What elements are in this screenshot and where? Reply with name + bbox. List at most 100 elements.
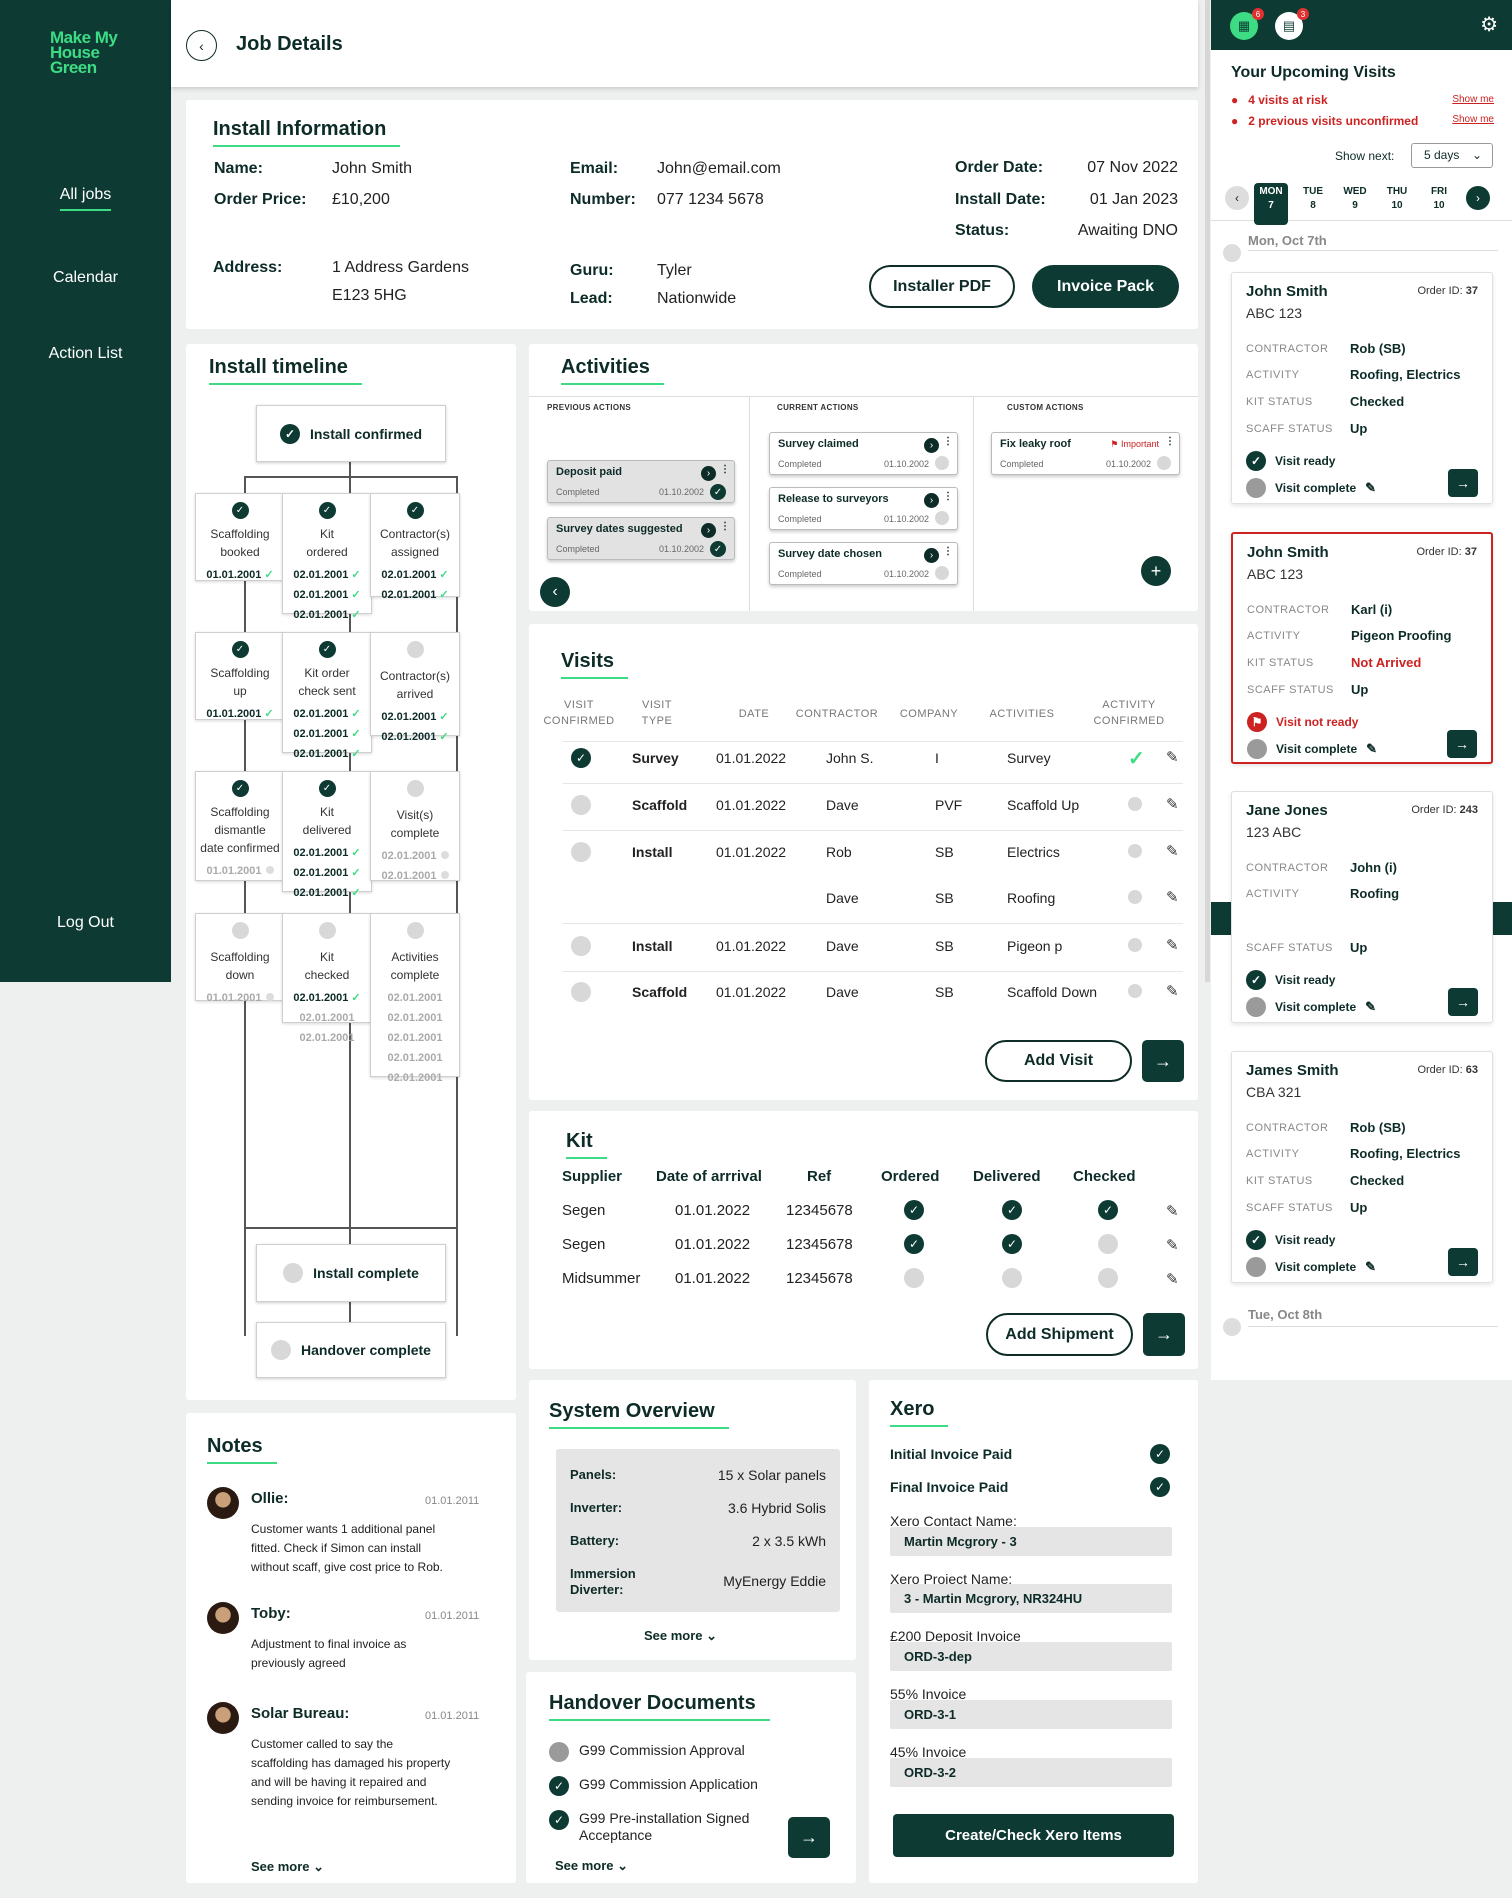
kit-next-button[interactable]: →: [1143, 1313, 1185, 1356]
nav-action-list[interactable]: Action List: [0, 345, 171, 363]
calendar-notification-icon[interactable]: ▦ 6: [1230, 8, 1264, 40]
kebab-menu-icon[interactable]: ⋮: [1165, 436, 1175, 447]
xero-project-field[interactable]: 3 - Martin Mcgrory, NR324HU: [890, 1584, 1172, 1613]
invoice-55-field[interactable]: ORD-3-1: [890, 1700, 1172, 1729]
timeline-node[interactable]: ✓ Contractor(s) assigned 02.01.2001 ✓ 02.01.2…: [370, 493, 460, 601]
visit-card[interactable]: Jane Jones 123 ABC Order ID: 243 CONTRACTOR…: [1231, 791, 1493, 1023]
activity-card[interactable]: Release to surveyors › ⋮ Completed 01.10.200…: [769, 487, 958, 530]
edit-icon[interactable]: ✎: [1365, 1259, 1376, 1275]
arrow-right-icon[interactable]: →: [1448, 1248, 1478, 1276]
day-wed[interactable]: WED 9: [1338, 183, 1372, 213]
tl-install-complete[interactable]: Install complete: [256, 1244, 446, 1302]
day-fri[interactable]: FRI 10: [1422, 183, 1456, 213]
edit-icon[interactable]: ✎: [1166, 936, 1179, 954]
edit-icon[interactable]: ✎: [1366, 741, 1377, 757]
nav-logout[interactable]: Log Out: [0, 914, 171, 932]
arrow-right-icon[interactable]: →: [1448, 988, 1478, 1016]
day-mon[interactable]: MON 7: [1254, 183, 1288, 225]
add-visit-button[interactable]: Add Visit: [985, 1040, 1132, 1082]
activity-card[interactable]: Fix leaky roof ⚑ Important ⋮ Completed 01.10…: [991, 432, 1180, 475]
edit-icon[interactable]: ✎: [1166, 748, 1179, 766]
edit-icon[interactable]: ✎: [1166, 1270, 1179, 1288]
node-label-line: Kit: [319, 527, 334, 541]
edit-icon[interactable]: ✎: [1166, 982, 1179, 1000]
handover-next-button[interactable]: →: [788, 1817, 830, 1858]
kebab-menu-icon[interactable]: ⋮: [943, 436, 953, 447]
nav-all-jobs[interactable]: All jobs: [0, 186, 171, 211]
doc-g99-approval[interactable]: G99 Commission Approval: [549, 1742, 745, 1762]
handover-see-more[interactable]: See more ⌄: [555, 1858, 628, 1874]
back-button[interactable]: ‹: [186, 30, 217, 61]
deposit-invoice-field[interactable]: ORD-3-dep: [890, 1642, 1172, 1671]
gear-icon[interactable]: ⚙: [1480, 12, 1498, 37]
edit-icon[interactable]: ✎: [1166, 1202, 1179, 1220]
visits-next-button[interactable]: →: [1142, 1040, 1184, 1082]
activity-card[interactable]: Deposit paid › ⋮ Completed 01.10.2002 ✓: [547, 460, 735, 503]
kebab-menu-icon[interactable]: ⋮: [943, 546, 953, 557]
create-xero-items-button[interactable]: Create/Check Xero Items: [893, 1814, 1174, 1857]
visit-card[interactable]: James Smith CBA 321 Order ID: 63 CONTRACTOR…: [1231, 1051, 1493, 1283]
edit-icon[interactable]: ✎: [1166, 1236, 1179, 1254]
prev-days-button[interactable]: ‹: [1225, 186, 1249, 210]
invoice-pack-button[interactable]: Invoice Pack: [1032, 265, 1179, 308]
day-tue[interactable]: TUE 8: [1296, 183, 1330, 213]
unconfirmed-dot-icon[interactable]: [571, 842, 591, 867]
edit-icon[interactable]: ✎: [1365, 480, 1376, 496]
timeline-node[interactable]: ✓ Scaffolding up 01.01.2001 ✓: [195, 632, 285, 720]
activities-back-button[interactable]: ‹: [540, 577, 570, 607]
pending-dot-icon: [904, 1268, 924, 1293]
visit-card[interactable]: John Smith ABC 123 Order ID: 37 CONTRACTOR K…: [1231, 532, 1493, 764]
arrow-right-icon[interactable]: →: [1448, 469, 1478, 497]
xero-contact-field[interactable]: Martin Mcgrory - 3: [890, 1527, 1172, 1556]
invoice-45-field[interactable]: ORD-3-2: [890, 1758, 1172, 1787]
show-me-unconfirmed-link[interactable]: Show me: [1452, 114, 1494, 125]
edit-icon[interactable]: ✎: [1166, 795, 1179, 813]
unconfirmed-dot-icon[interactable]: [571, 982, 591, 1007]
add-shipment-button[interactable]: Add Shipment: [986, 1313, 1133, 1356]
kit-card: Kit Supplier Date of arrrival Ref Ordered De…: [529, 1111, 1198, 1369]
unconfirmed-dot-icon[interactable]: [571, 795, 591, 820]
notes-see-more[interactable]: See more ⌄: [251, 1859, 324, 1875]
tl-handover-complete[interactable]: Handover complete: [256, 1322, 446, 1378]
activity-card[interactable]: Survey dates suggested › ⋮ Completed 01.10.2…: [547, 517, 735, 560]
confirmed-check-icon[interactable]: ✓: [571, 748, 591, 768]
arrow-right-icon[interactable]: →: [1447, 730, 1477, 758]
brand-logo[interactable]: Make My House Green: [50, 29, 118, 76]
unconfirmed-dot-icon[interactable]: [571, 936, 591, 961]
add-activity-button[interactable]: +: [1141, 556, 1171, 586]
day-thu[interactable]: THU 10: [1380, 183, 1414, 213]
timeline-node[interactable]: Scaffolding down 01.01.2001: [195, 913, 285, 1004]
timeline-node[interactable]: Activities complete 02.01.2001 02.01.2001 02…: [370, 913, 460, 1084]
edit-icon[interactable]: ✎: [1365, 999, 1376, 1015]
edit-icon[interactable]: ✎: [1166, 842, 1179, 860]
activity-card[interactable]: Survey claimed › ⋮ Completed 01.10.2002: [769, 432, 958, 475]
doc-g99-preinstall[interactable]: ✓ G99 Pre-installation Signed Acceptance: [549, 1810, 749, 1844]
scrollbar[interactable]: [1205, 0, 1210, 982]
show-me-risk-link[interactable]: Show me: [1452, 94, 1494, 105]
edit-icon[interactable]: ✎: [1166, 888, 1179, 906]
visit-card[interactable]: John Smith ABC 123 Order ID: 37 CONTRACTOR R…: [1231, 272, 1493, 504]
timeline-node[interactable]: ✓ Kit ordered 02.01.2001 ✓ 02.01.2001 ✓ 02.01.2…: [282, 493, 372, 621]
document-notification-icon[interactable]: ▤ 3: [1275, 8, 1309, 40]
tl-install-confirmed[interactable]: ✓ Install confirmed: [256, 405, 446, 462]
installer-pdf-button[interactable]: Installer PDF: [869, 265, 1015, 308]
nav-calendar[interactable]: Calendar: [0, 269, 171, 287]
timeline-node[interactable]: Contractor(s) arrived 02.01.2001 ✓ 02.01.200…: [370, 632, 460, 743]
show-next-select[interactable]: 5 days ⌄: [1411, 143, 1493, 168]
visit-field: SCAFF STATUS Up: [1246, 940, 1368, 955]
kebab-menu-icon[interactable]: ⋮: [720, 521, 730, 532]
timeline-node[interactable]: ✓ Kit order check sent 02.01.2001 ✓ 02.01.200…: [282, 632, 372, 760]
next-days-button[interactable]: ›: [1466, 186, 1490, 210]
diverter-value: MyEnergy Eddie: [723, 1573, 826, 1589]
kebab-menu-icon[interactable]: ⋮: [943, 491, 953, 502]
timeline-node[interactable]: Visit(s) complete 02.01.2001 02.01.2001: [370, 771, 460, 882]
timeline-node[interactable]: Kit checked 02.01.2001 ✓ 02.01.2001 02.01.200…: [282, 913, 372, 1044]
activity-card[interactable]: Survey date chosen › ⋮ Completed 01.10.2002: [769, 542, 958, 585]
doc-g99-application[interactable]: ✓ G99 Commission Application: [549, 1776, 758, 1796]
visits-cell: Survey: [1007, 750, 1051, 766]
timeline-node[interactable]: ✓ Scaffolding dismantle date confirmed 01.01…: [195, 771, 285, 881]
timeline-node[interactable]: ✓ Scaffolding booked 01.01.2001 ✓: [195, 493, 285, 581]
system-see-more[interactable]: See more ⌄: [644, 1628, 717, 1644]
timeline-node[interactable]: ✓ Kit delivered 02.01.2001 ✓ 02.01.2001 ✓ 02.01…: [282, 771, 372, 899]
kebab-menu-icon[interactable]: ⋮: [720, 464, 730, 475]
